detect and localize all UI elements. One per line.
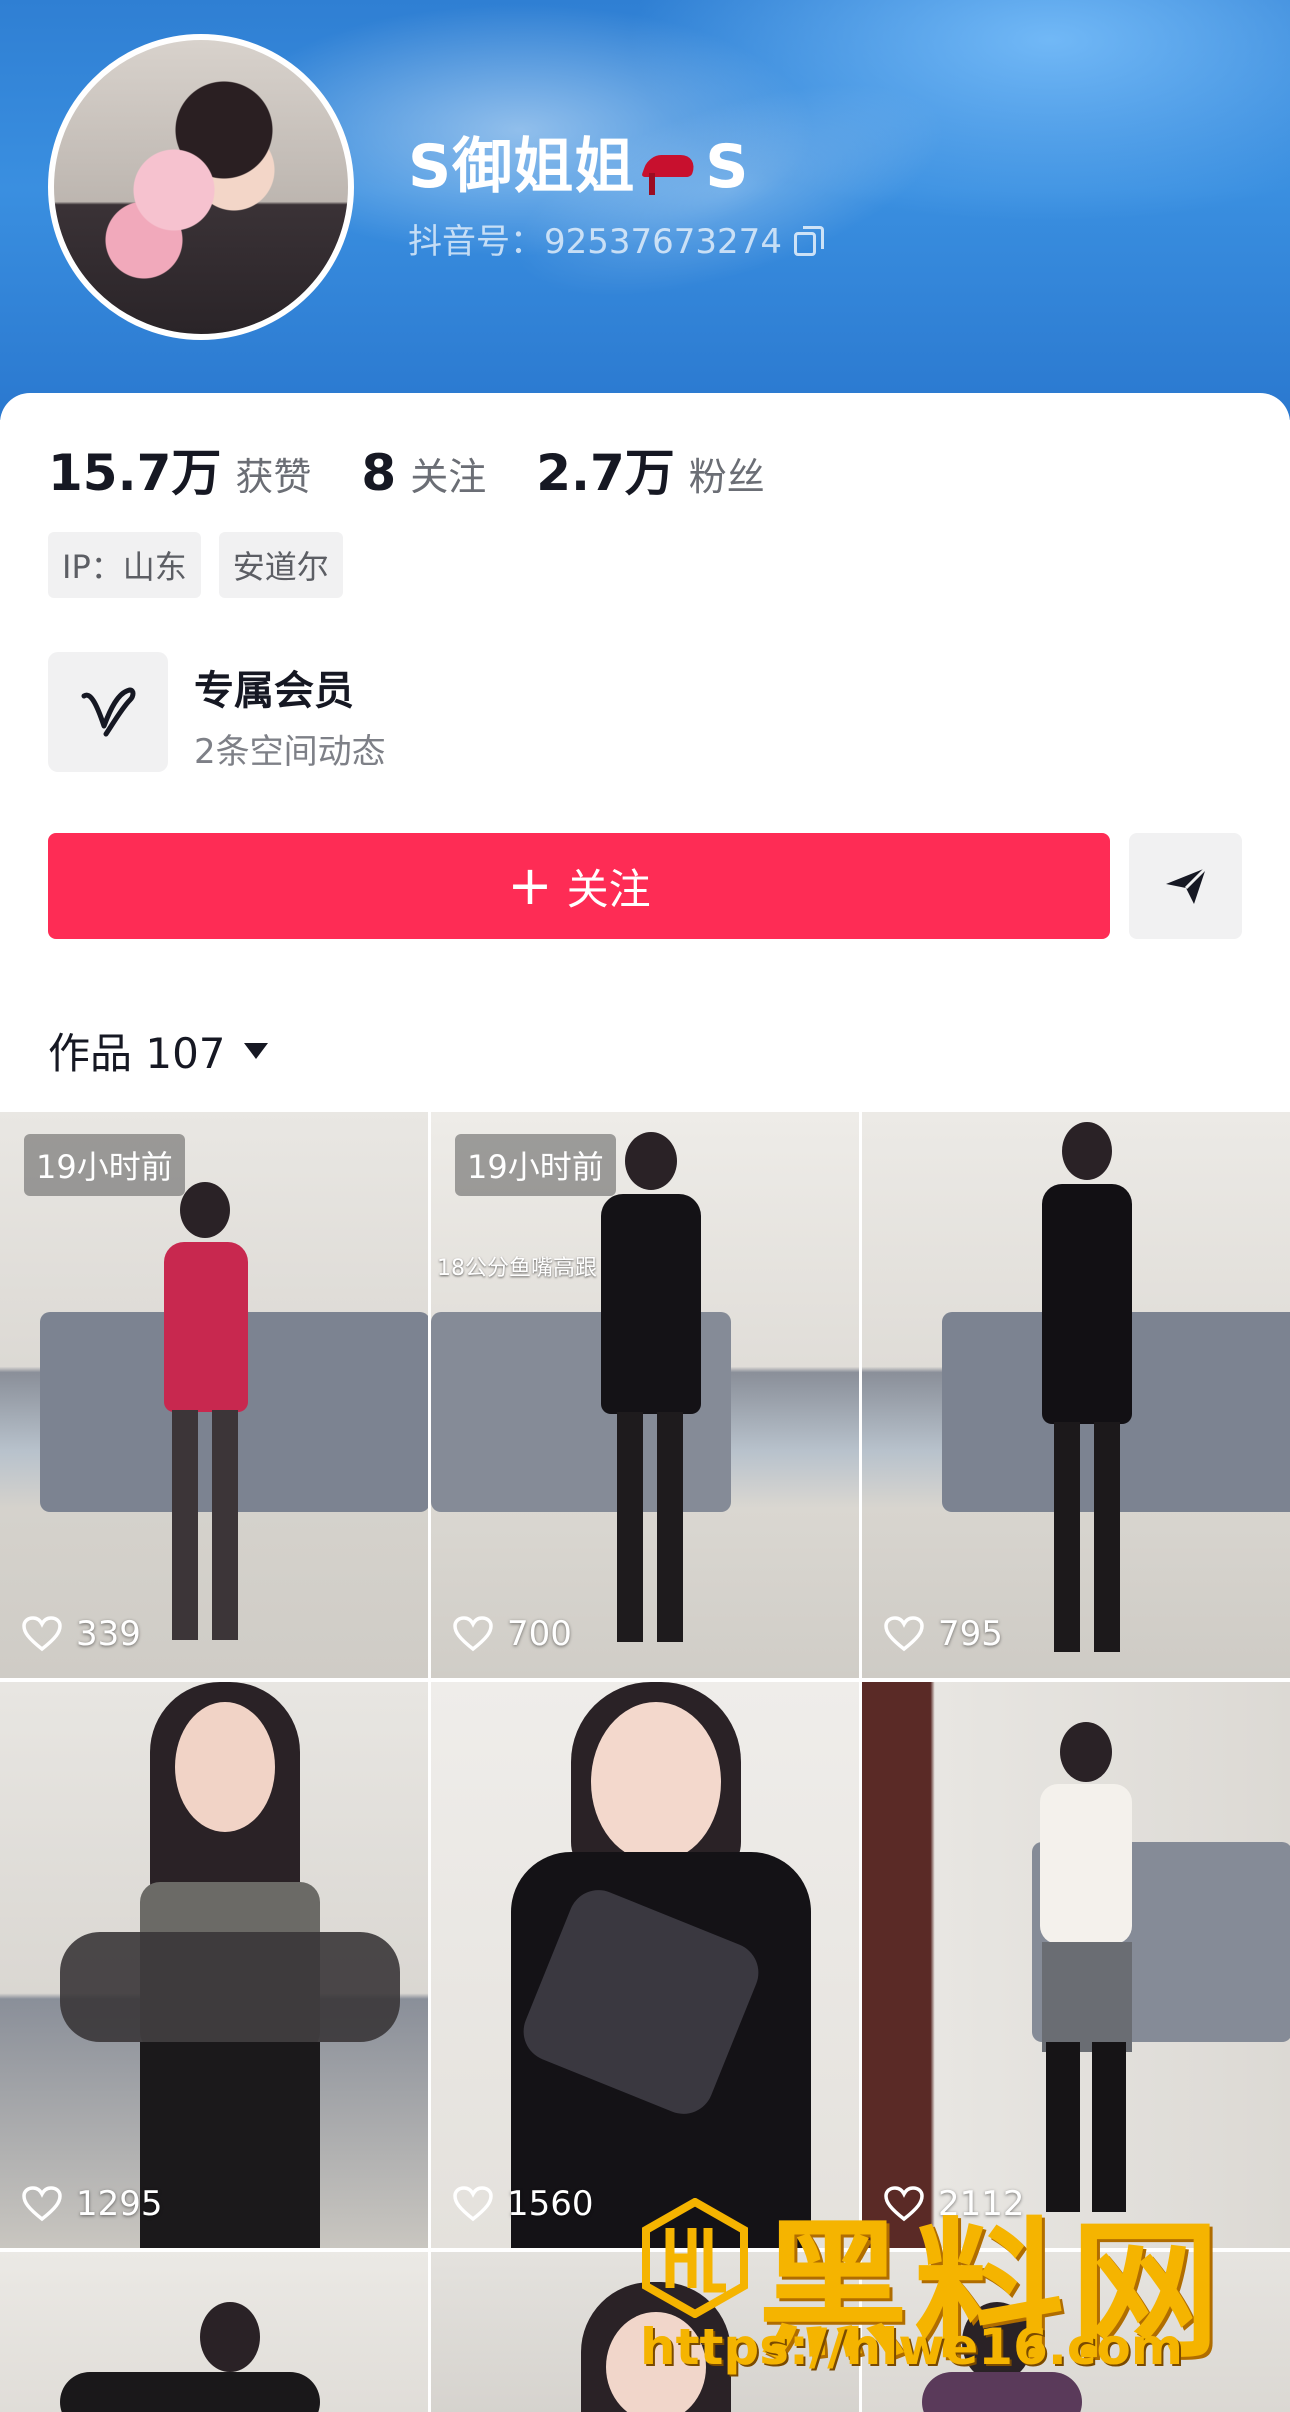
like-count: 1295 — [22, 2184, 163, 2224]
profile-nickname: S御姐姐 S — [408, 118, 749, 205]
video-tile[interactable]: 19小时前 339 — [0, 1112, 428, 1678]
exclusive-member-entry[interactable]: 专属会员 2条空间动态 — [48, 652, 748, 772]
video-caption-overlay: 18公分鱼嘴高跟 — [437, 1256, 597, 1281]
person-image — [451, 1682, 851, 2248]
video-tile[interactable]: 19小时前 18公分鱼嘴高跟 700 — [431, 1112, 859, 1678]
profile-stats: 15.7万 获赞 8 关注 2.7万 粉丝 — [48, 433, 815, 505]
stat-likes-label: 获赞 — [235, 455, 312, 499]
heart-icon — [453, 2186, 493, 2222]
stat-following-label: 关注 — [410, 455, 487, 499]
time-badge: 19小时前 — [455, 1134, 616, 1196]
stat-followers-label: 粉丝 — [688, 455, 765, 499]
stat-following-count: 8 — [361, 444, 397, 502]
heart-icon — [453, 1616, 493, 1652]
person-image — [1032, 1122, 1142, 1662]
stat-followers-count: 2.7万 — [536, 444, 675, 502]
person-image — [60, 1682, 400, 2248]
video-tile[interactable]: 2112 — [862, 1682, 1290, 2248]
person-image — [200, 2302, 260, 2372]
member-v-icon — [48, 652, 168, 772]
like-count: 700 — [453, 1614, 572, 1654]
watermark-logo-icon — [642, 2198, 748, 2318]
person-image — [150, 1182, 260, 1652]
heart-icon — [22, 1616, 62, 1652]
nickname-suffix: S — [705, 132, 750, 202]
member-subtitle: 2条空间动态 — [194, 732, 386, 772]
video-tile[interactable]: 1295 — [0, 1682, 428, 2248]
person-image — [60, 2372, 320, 2412]
message-button[interactable] — [1129, 833, 1242, 939]
copy-icon[interactable] — [793, 225, 824, 256]
douyin-id-text: 抖音号：92537673274 — [408, 222, 782, 262]
like-count: 795 — [884, 1614, 1003, 1654]
douyin-id: 抖音号：92537673274 — [408, 214, 824, 263]
video-tile[interactable] — [0, 2252, 428, 2412]
stat-following[interactable]: 8 关注 — [361, 444, 486, 502]
member-title: 专属会员 — [194, 668, 354, 714]
like-count-value: 795 — [938, 1614, 1003, 1654]
stat-likes[interactable]: 15.7万 获赞 — [48, 433, 311, 505]
stat-likes-count: 15.7万 — [48, 444, 222, 502]
watermark-url: https://hlwe16.com — [640, 2318, 1183, 2376]
site-watermark: 黑料网 https://hlwe16.com — [640, 2170, 1280, 2410]
like-count-value: 1295 — [76, 2184, 163, 2224]
like-count: 1560 — [453, 2184, 594, 2224]
video-tile[interactable]: 795 — [862, 1112, 1290, 1678]
like-count: 339 — [22, 1614, 141, 1654]
profile-tags: IP：山东 安道尔 — [48, 532, 361, 598]
tag-region[interactable]: 安道尔 — [218, 532, 343, 598]
high-heel-emoji-icon — [639, 145, 701, 196]
tab-works-label: 作品 107 — [48, 1029, 226, 1078]
follow-button[interactable]: + 关注 — [48, 833, 1110, 939]
time-badge: 19小时前 — [24, 1134, 185, 1196]
stat-followers[interactable]: 2.7万 粉丝 — [536, 433, 765, 505]
tag-ip-location: IP：山东 — [48, 532, 201, 598]
heart-icon — [884, 1616, 924, 1652]
caret-down-icon — [243, 1042, 268, 1059]
send-arrow-icon — [1166, 866, 1208, 904]
nickname-prefix: S御姐姐 — [408, 132, 636, 202]
like-count-value: 1560 — [507, 2184, 594, 2224]
person-image — [591, 1132, 711, 1652]
follow-button-label: 关注 — [566, 864, 651, 914]
person-image — [1022, 1722, 1152, 2222]
like-count-value: 339 — [76, 1614, 141, 1654]
video-tile[interactable]: 1560 — [431, 1682, 859, 2248]
like-count-value: 700 — [507, 1614, 572, 1654]
avatar[interactable] — [48, 34, 354, 340]
plus-icon: + — [507, 854, 553, 917]
tab-works[interactable]: 作品 107 — [48, 1020, 268, 1081]
heart-icon — [22, 2186, 62, 2222]
